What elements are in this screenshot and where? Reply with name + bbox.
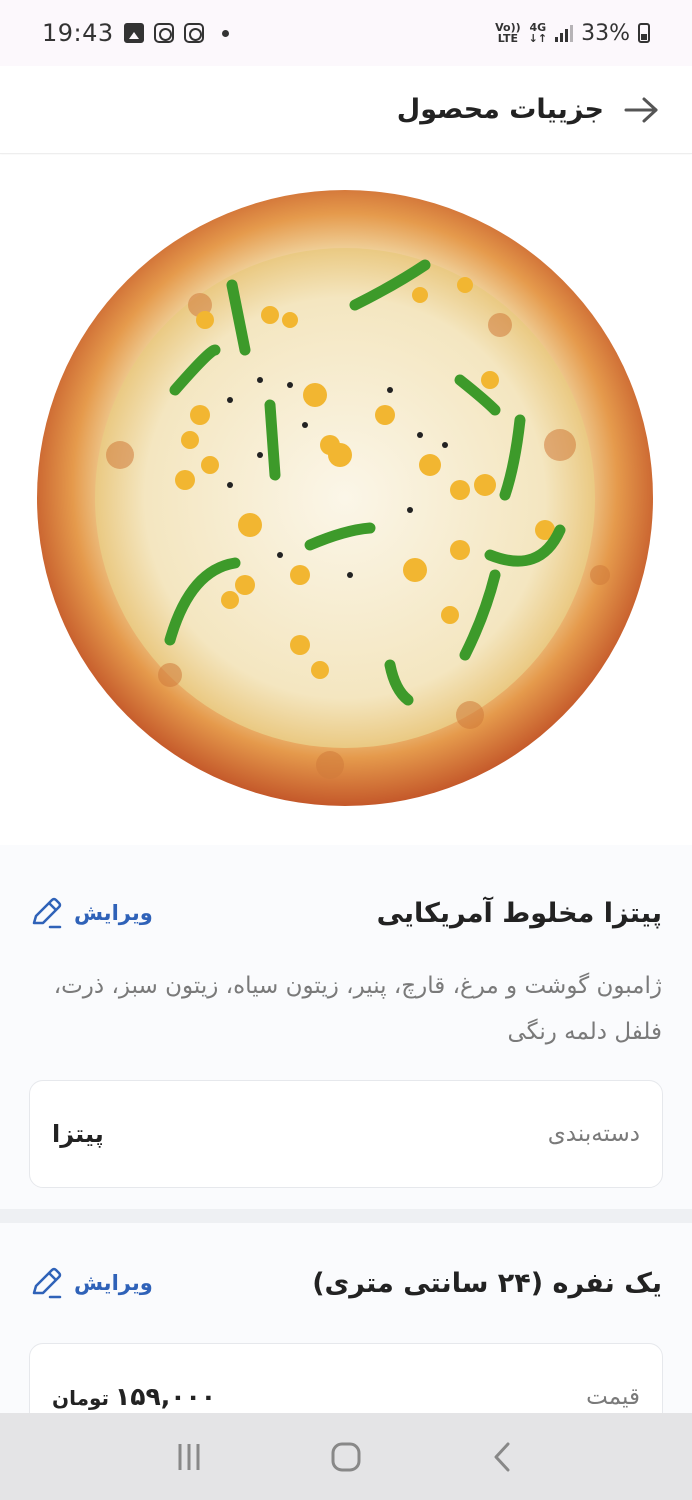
system-nav-bar <box>0 1413 692 1500</box>
instagram-icon <box>153 23 174 43</box>
category-label: دسته‌بندی <box>547 1121 640 1147</box>
product-description: ژامبون گوشت و مرغ، قارچ، پنیر، زیتون سیا… <box>53 973 662 1045</box>
edit-product-button[interactable]: ویرایش <box>28 895 153 931</box>
battery-icon <box>638 23 650 43</box>
pencil-icon <box>32 1267 62 1299</box>
variant-title-row: ویرایش یک نفره (۲۴ سانتی متری) <box>28 1263 662 1303</box>
price-value: ۱۵۹,۰۰۰ تومان <box>52 1382 216 1411</box>
variant-title: یک نفره (۲۴ سانتی متری) <box>312 1267 662 1299</box>
status-time: 19:43 <box>42 19 114 47</box>
product-title: پیتزا مخلوط آمریکایی <box>376 897 662 929</box>
price-unit: تومان <box>52 1386 110 1410</box>
signal-icon <box>555 24 574 42</box>
notification-dot-icon <box>221 29 229 37</box>
battery-percent: 33% <box>581 20 630 46</box>
pencil-icon <box>32 897 62 929</box>
status-bar: 19:43 Vo)) LTE 4G ↓↑ 33% <box>0 0 692 66</box>
price-label: قیمت <box>586 1384 640 1410</box>
arrow-right-icon[interactable] <box>622 95 660 125</box>
category-box: پیتزا دسته‌بندی <box>29 1080 663 1188</box>
recent-apps-icon <box>178 1443 200 1470</box>
gallery-icon <box>123 23 144 43</box>
edit-label: ویرایش <box>74 1271 153 1295</box>
category-value: پیتزا <box>52 1120 104 1148</box>
product-title-row: ویرایش پیتزا مخلوط آمریکایی <box>28 893 662 933</box>
back-button[interactable] <box>473 1432 533 1482</box>
pizza-image <box>0 155 692 845</box>
network-4g-icon: 4G ↓↑ <box>528 21 548 45</box>
status-left: 19:43 <box>42 19 229 47</box>
home-icon <box>331 1442 361 1471</box>
app-header: جزییات محصول <box>0 66 692 154</box>
edit-label: ویرایش <box>74 901 153 925</box>
price-amount: ۱۵۹,۰۰۰ <box>115 1382 217 1411</box>
recent-apps-button[interactable] <box>159 1432 219 1482</box>
back-chevron-icon <box>494 1442 510 1471</box>
section-divider <box>0 1209 692 1223</box>
volte-icon: Vo)) LTE <box>495 21 521 45</box>
status-right: Vo)) LTE 4G ↓↑ 33% <box>495 21 650 46</box>
edit-variant-button[interactable]: ویرایش <box>28 1265 153 1301</box>
instagram-icon <box>183 23 204 43</box>
page-title: جزییات محصول <box>396 94 604 125</box>
home-button[interactable] <box>316 1432 376 1482</box>
product-info-card: ویرایش پیتزا مخلوط آمریکایی ژامبون گوشت … <box>0 845 692 1209</box>
